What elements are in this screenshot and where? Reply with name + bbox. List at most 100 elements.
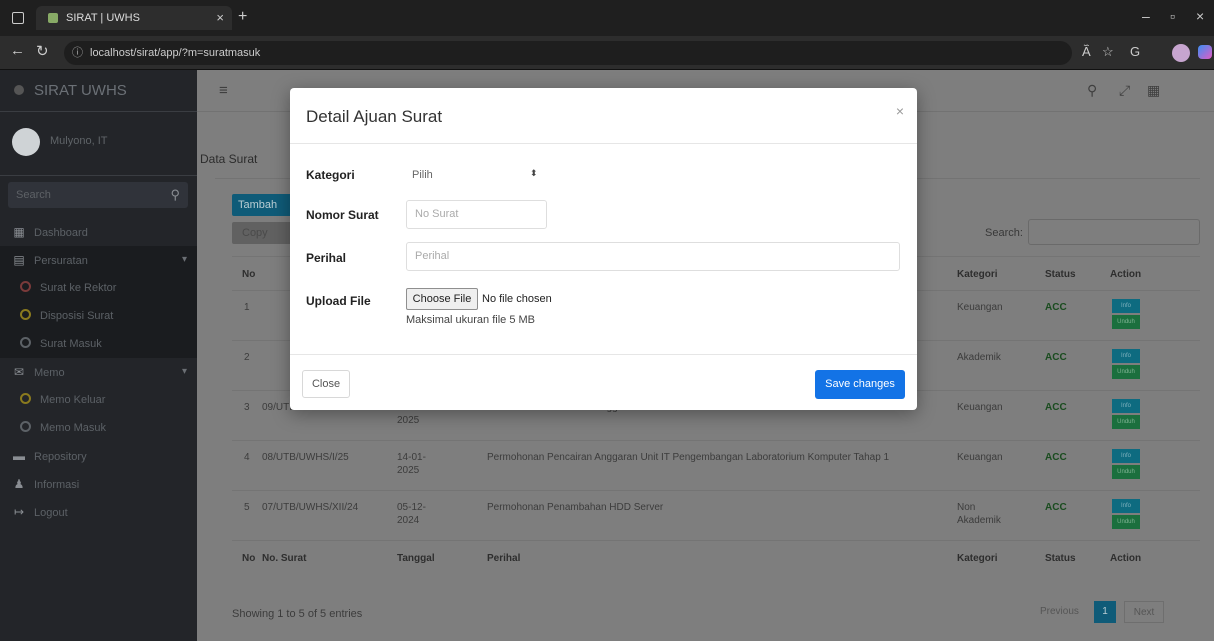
- user-avatar-icon: [12, 128, 40, 156]
- unduh-button[interactable]: Unduh: [1112, 315, 1140, 329]
- minimize-button[interactable]: –: [1142, 8, 1150, 24]
- info-button[interactable]: Info: [1112, 299, 1140, 313]
- save-changes-button[interactable]: Save changes: [815, 370, 905, 399]
- column-header-kategori[interactable]: Kategori: [957, 268, 998, 281]
- new-tab-button[interactable]: +: [238, 8, 247, 26]
- circle-icon: [20, 421, 31, 432]
- sidebar-item-informasi[interactable]: ♟ Informasi: [0, 470, 197, 498]
- info-button[interactable]: Info: [1112, 449, 1140, 463]
- search-icon[interactable]: ⚲: [1087, 82, 1097, 99]
- kategori-label: Kategori: [306, 168, 355, 182]
- sidebar-search-placeholder: Search: [16, 189, 51, 201]
- brand[interactable]: SIRAT UWHS: [0, 70, 197, 112]
- sidebar-item-memo-masuk[interactable]: Memo Masuk: [0, 414, 197, 442]
- pager-previous[interactable]: Previous: [1040, 601, 1079, 623]
- browser-titlebar: SIRAT | UWHS × + – ▫ ×: [0, 0, 1214, 36]
- file-size-hint: Maksimal ukuran file 5 MB: [406, 314, 535, 326]
- tab-close-icon[interactable]: ×: [216, 6, 224, 30]
- row-actions: Info Unduh: [1112, 399, 1140, 429]
- footer-tanggal: Tanggal: [397, 553, 435, 564]
- column-header-no[interactable]: No: [242, 268, 255, 281]
- sidebar-item-logout[interactable]: ↦ Logout: [0, 498, 197, 526]
- back-icon[interactable]: ←: [10, 42, 25, 59]
- sidebar-item-dashboard[interactable]: ▦ Dashboard: [0, 218, 197, 246]
- row-actions: Info Unduh: [1112, 499, 1140, 529]
- row-tanggal: 05-12-2024: [397, 502, 426, 526]
- fullscreen-icon[interactable]: ⤢: [1119, 82, 1130, 99]
- extension-icon[interactable]: G: [1130, 44, 1140, 59]
- sidebar-search-input[interactable]: Search ⚲: [8, 182, 188, 208]
- hamburger-icon[interactable]: ≡: [219, 82, 228, 99]
- tambah-button[interactable]: Tambah: [232, 194, 294, 216]
- sidebar-item-persuratan[interactable]: ▤ Persuratan ▾: [0, 246, 197, 274]
- logout-icon: ↦: [13, 505, 25, 519]
- sidebar-item-disposisi-surat[interactable]: Disposisi Surat: [0, 302, 197, 330]
- sidebar-item-label: Memo Masuk: [40, 422, 107, 434]
- brand-name: SIRAT UWHS: [34, 82, 127, 99]
- circle-icon: [20, 281, 31, 292]
- unduh-button[interactable]: Unduh: [1112, 465, 1140, 479]
- site-info-icon[interactable]: ⓘ: [72, 41, 83, 65]
- kategori-select[interactable]: Pilih: [406, 162, 546, 188]
- sidebar-item-memo[interactable]: ✉ Memo ▾: [0, 358, 197, 386]
- sidebar: SIRAT UWHS Mulyono, IT Search ⚲ ▦ Dashboa…: [0, 70, 197, 641]
- sidebar-item-label: Memo: [34, 367, 65, 379]
- info-button[interactable]: Info: [1112, 399, 1140, 413]
- table-row: 5 07/UTB/UWHS/XII/24 05-12-2024 Permohon…: [232, 490, 1200, 540]
- favicon-icon: [48, 13, 58, 23]
- user-panel[interactable]: Mulyono, IT: [0, 112, 197, 176]
- favorite-star-icon[interactable]: ☆: [1102, 44, 1114, 60]
- footer-action: Action: [1110, 553, 1142, 564]
- pager-page-1[interactable]: 1: [1094, 601, 1116, 623]
- refresh-icon[interactable]: ↻: [36, 42, 49, 60]
- pager-next[interactable]: Next: [1124, 601, 1164, 623]
- no-file-text: No file chosen: [482, 293, 552, 305]
- nomor-surat-input[interactable]: No Surat: [406, 200, 547, 229]
- apps-icon[interactable]: ▦: [1147, 82, 1160, 99]
- sidebar-item-surat-masuk[interactable]: Surat Masuk: [0, 330, 197, 358]
- column-header-action[interactable]: Action: [1110, 268, 1141, 281]
- sidebar-item-repository[interactable]: ▬ Repository: [0, 442, 197, 470]
- sidebar-item-memo-keluar[interactable]: Memo Keluar: [0, 386, 197, 414]
- table-search-input[interactable]: [1028, 219, 1200, 245]
- close-button[interactable]: Close: [302, 370, 350, 398]
- row-tanggal: 14-01-2025: [397, 452, 426, 476]
- read-aloud-icon[interactable]: A᷈: [1082, 44, 1091, 59]
- chevron-down-icon: ▾: [181, 366, 187, 377]
- bell-icon: ♟: [13, 477, 25, 491]
- copilot-icon[interactable]: [1198, 45, 1212, 59]
- browser-tab[interactable]: SIRAT | UWHS ×: [36, 6, 232, 30]
- sidebar-item-label: Surat Masuk: [40, 338, 102, 350]
- choose-file-button[interactable]: Choose File: [406, 288, 478, 310]
- search-icon[interactable]: ⚲: [170, 182, 180, 208]
- url-input[interactable]: ⓘ localhost/sirat/app/?m=suratmasuk: [64, 41, 1072, 65]
- search-label: Search:: [985, 227, 1023, 239]
- footer-perihal: Perihal: [487, 553, 521, 564]
- row-status: ACC: [1045, 402, 1067, 413]
- perihal-input[interactable]: Perihal: [406, 242, 900, 271]
- row-actions: Info Unduh: [1112, 299, 1140, 329]
- copy-button[interactable]: Copy: [232, 222, 294, 244]
- profile-avatar-icon[interactable]: [1172, 44, 1190, 62]
- table-row: 4 08/UTB/UWHS/I/25 14-01-2025 Permohonan…: [232, 440, 1200, 490]
- close-window-button[interactable]: ×: [1196, 8, 1204, 24]
- tab-actions-icon[interactable]: [12, 12, 24, 24]
- brand-logo-icon: [14, 85, 24, 95]
- close-icon[interactable]: ×: [896, 103, 904, 119]
- unduh-button[interactable]: Unduh: [1112, 415, 1140, 429]
- unduh-button[interactable]: Unduh: [1112, 365, 1140, 379]
- modal-header: Detail Ajuan Surat ×: [290, 88, 917, 144]
- sidebar-item-label: Dashboard: [34, 227, 88, 239]
- sidebar-item-surat-ke-rektor[interactable]: Surat ke Rektor: [0, 274, 197, 302]
- row-kategori: Non Akademik: [957, 502, 1001, 526]
- row-perihal: Permohonan Penambahan HDD Server: [487, 502, 664, 513]
- table-info: Showing 1 to 5 of 5 entries: [232, 608, 363, 620]
- maximize-button[interactable]: ▫: [1170, 8, 1175, 24]
- column-header-status[interactable]: Status: [1045, 268, 1076, 281]
- info-button[interactable]: Info: [1112, 499, 1140, 513]
- footer-status: Status: [1045, 553, 1076, 564]
- unduh-button[interactable]: Unduh: [1112, 515, 1140, 529]
- row-nomor: 08/UTB/UWHS/I/25: [262, 452, 349, 463]
- info-button[interactable]: Info: [1112, 349, 1140, 363]
- row-nomor: 07/UTB/UWHS/XII/24: [262, 502, 359, 513]
